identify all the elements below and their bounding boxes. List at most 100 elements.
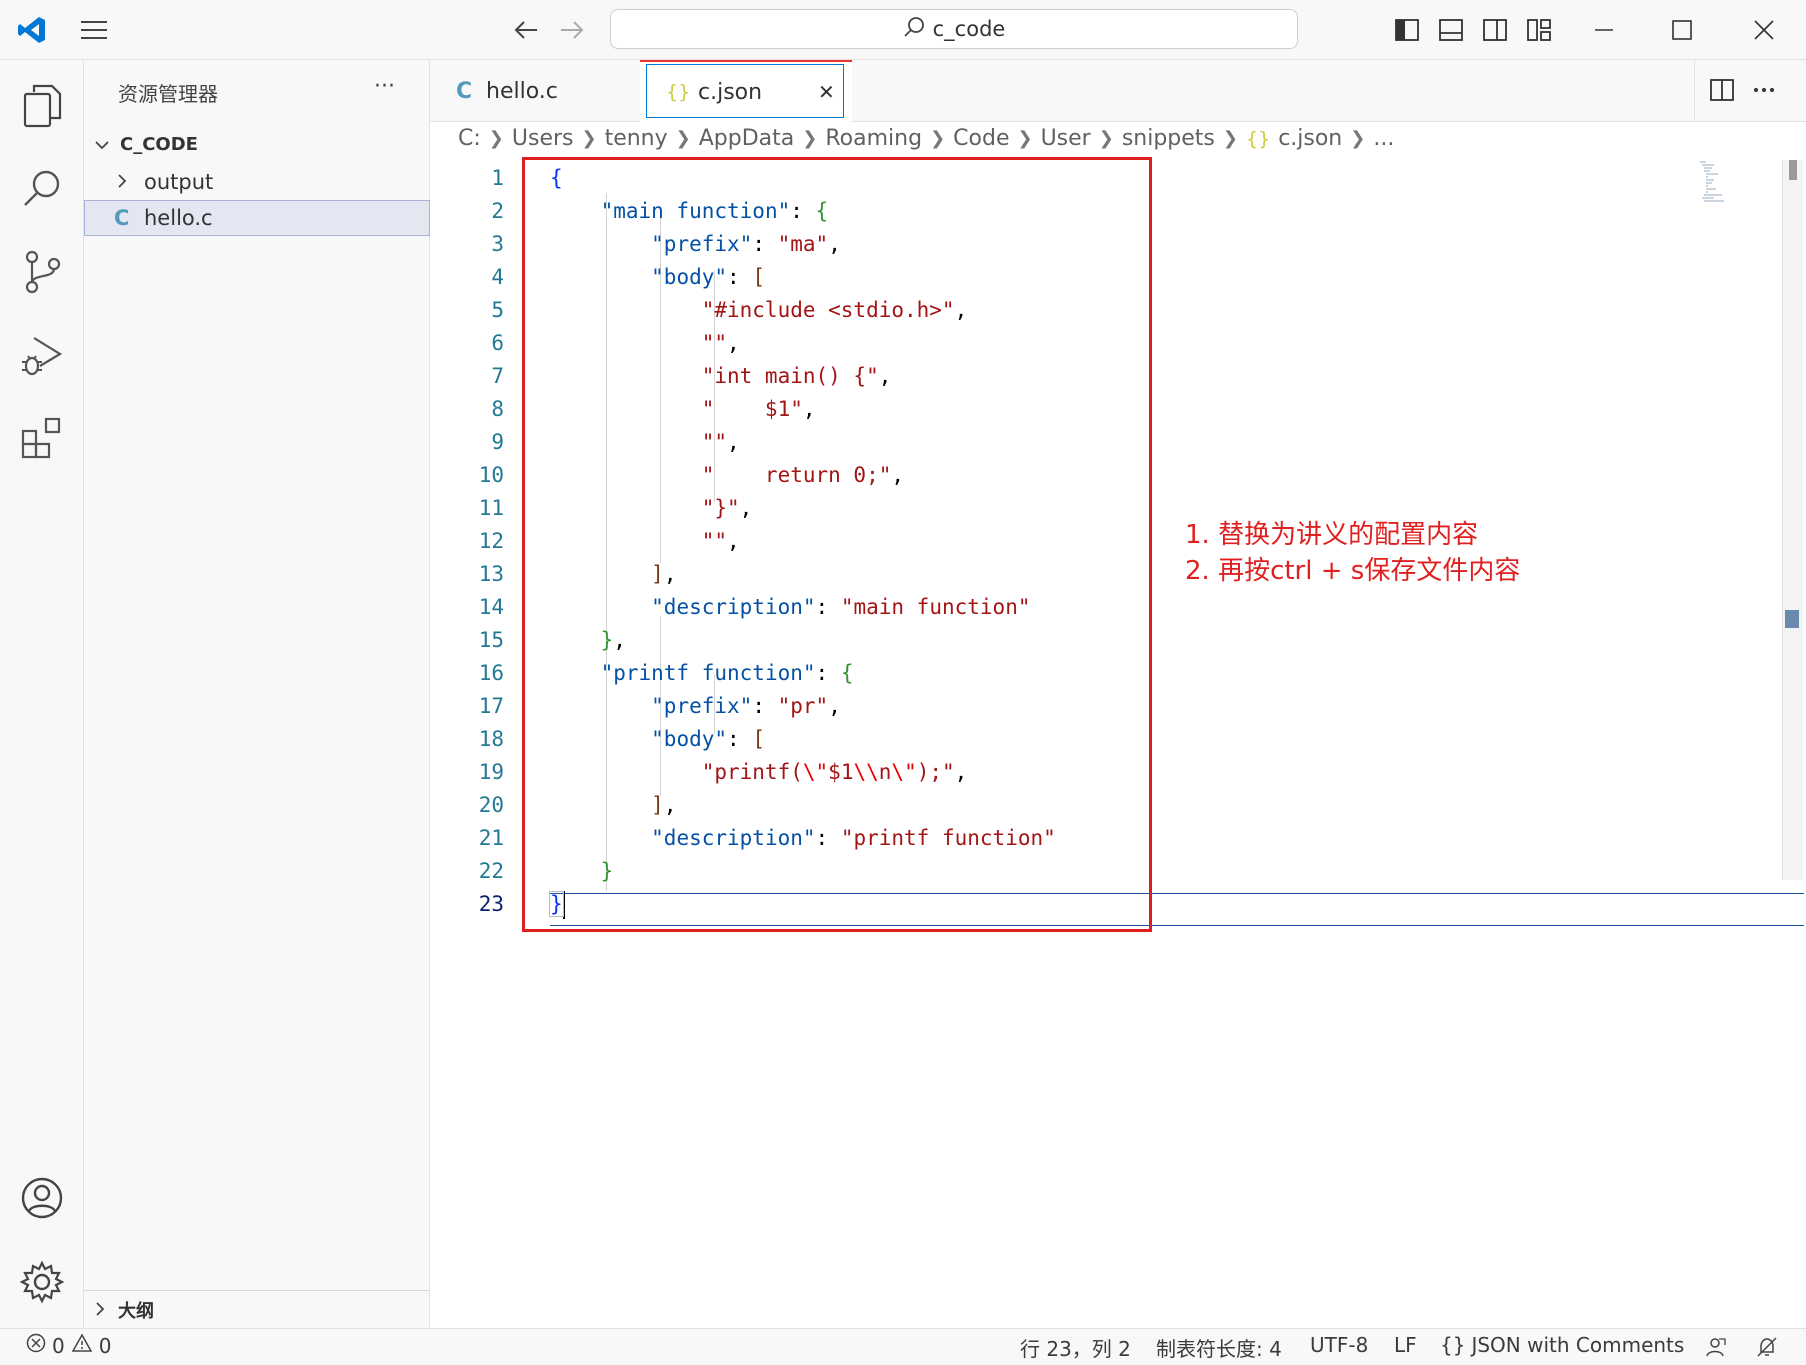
- toggle-secondary-sidebar-icon[interactable]: [1478, 14, 1512, 46]
- search-icon: [903, 16, 925, 43]
- chevron-right-icon: ❯: [930, 128, 946, 149]
- line-number: 21: [478, 826, 504, 850]
- maximize-icon[interactable]: [1660, 14, 1704, 46]
- chevron-right-icon: ❯: [488, 128, 504, 149]
- annotation-highlight-box: [522, 157, 1152, 932]
- explorer-icon[interactable]: [14, 78, 70, 134]
- line-number: 23: [478, 892, 504, 916]
- minimap[interactable]: [1692, 160, 1746, 204]
- notifications-muted-icon[interactable]: [1752, 1333, 1782, 1361]
- tree-item-label: hello.c: [144, 206, 213, 230]
- c-file-icon: C: [114, 206, 130, 230]
- scrollbar-thumb[interactable]: [1789, 160, 1797, 180]
- tree-item-output[interactable]: output: [84, 164, 430, 200]
- chevron-right-icon: ❯: [675, 128, 691, 149]
- encoding[interactable]: UTF-8: [1310, 1333, 1368, 1357]
- search-text: c_code: [932, 17, 1006, 41]
- line-number: 3: [491, 232, 504, 256]
- error-icon: [26, 1333, 46, 1358]
- line-number: 12: [478, 529, 504, 553]
- workspace-name: C_CODE: [120, 133, 198, 155]
- line-number: 9: [491, 430, 504, 454]
- breadcrumb-item[interactable]: C:: [458, 126, 481, 151]
- line-number: 16: [478, 661, 504, 685]
- chevron-right-icon: ❯: [802, 128, 818, 149]
- close-icon[interactable]: [1742, 14, 1786, 46]
- line-number: 20: [478, 793, 504, 817]
- error-count: 0: [52, 1333, 65, 1358]
- tab-c-json[interactable]: {} c.json ✕: [640, 60, 852, 122]
- breadcrumb: C: ❯ Users ❯ tenny ❯ AppData ❯ Roaming ❯ Code…: [430, 124, 1806, 160]
- toggle-panel-icon[interactable]: [1434, 14, 1468, 46]
- command-center-search[interactable]: c_code: [610, 9, 1298, 49]
- workspace-header[interactable]: C_CODE: [84, 126, 430, 162]
- feedback-icon[interactable]: [1700, 1333, 1730, 1361]
- tab-focus-outline: [646, 64, 844, 118]
- problems-indicator[interactable]: 0 0: [26, 1333, 111, 1358]
- tree-item-hello-c[interactable]: C hello.c: [84, 200, 430, 236]
- chevron-right-icon: [116, 170, 140, 194]
- source-control-icon[interactable]: [14, 244, 70, 300]
- accounts-icon[interactable]: [14, 1170, 70, 1226]
- indentation[interactable]: 制表符长度: 4: [1156, 1333, 1282, 1362]
- language-mode[interactable]: {} JSON with Comments: [1440, 1333, 1684, 1357]
- line-number: 17: [478, 694, 504, 718]
- breadcrumb-item[interactable]: AppData: [699, 126, 795, 151]
- chevron-down-icon: [94, 132, 118, 156]
- explorer-sidebar: 资源管理器 ··· C_CODE output C hello.c 大纲: [84, 60, 430, 1328]
- scrollbar-marker: [1785, 610, 1799, 628]
- line-number: 4: [491, 265, 504, 289]
- line-number: 11: [478, 496, 504, 520]
- warning-icon: [71, 1333, 93, 1358]
- line-number: 8: [491, 397, 504, 421]
- outline-label: 大纲: [118, 1301, 154, 1322]
- tab-label: hello.c: [486, 78, 558, 104]
- breadcrumb-item[interactable]: c.json: [1278, 126, 1342, 151]
- line-number: 19: [478, 760, 504, 784]
- cursor-position[interactable]: 行 23，列 2: [1020, 1333, 1131, 1362]
- settings-gear-icon[interactable]: [14, 1254, 70, 1310]
- split-editor-icon[interactable]: [1706, 74, 1738, 106]
- customize-layout-icon[interactable]: [1522, 14, 1556, 46]
- chevron-right-icon: ❯: [1222, 128, 1238, 149]
- line-number: 2: [491, 199, 504, 223]
- breadcrumb-item[interactable]: snippets: [1122, 126, 1215, 151]
- toggle-primary-sidebar-icon[interactable]: [1390, 14, 1424, 46]
- extensions-icon[interactable]: [14, 410, 70, 466]
- vertical-scrollbar[interactable]: [1782, 160, 1803, 880]
- warning-count: 0: [98, 1333, 112, 1358]
- activity-bar: [0, 60, 84, 1328]
- tree-item-label: output: [144, 170, 214, 194]
- minimize-icon[interactable]: [1582, 14, 1626, 46]
- tab-hello-c[interactable]: C hello.c: [430, 60, 640, 122]
- annotation-step-1: 1. 替换为讲义的配置内容: [1185, 520, 1479, 550]
- chevron-right-icon: [94, 1298, 118, 1322]
- search-icon[interactable]: [14, 160, 70, 216]
- breadcrumb-item[interactable]: Users: [512, 126, 574, 151]
- line-number: 6: [491, 331, 504, 355]
- chevron-right-icon: ❯: [1098, 128, 1114, 149]
- explorer-title: 资源管理器: [118, 82, 218, 106]
- vscode-logo-icon: [14, 12, 50, 48]
- line-number: 15: [478, 628, 504, 652]
- title-bar: c_code: [0, 0, 1806, 60]
- breadcrumb-item[interactable]: Code: [953, 126, 1009, 151]
- breadcrumb-item[interactable]: User: [1041, 126, 1091, 151]
- status-bar: 0 0 行 23，列 2 制表符长度: 4 UTF-8 LF {} JSON w…: [0, 1328, 1806, 1365]
- breadcrumb-item[interactable]: ...: [1373, 126, 1394, 151]
- more-actions-button[interactable]: ···: [374, 74, 395, 99]
- menu-icon[interactable]: [76, 14, 112, 46]
- chevron-right-icon: ❯: [1017, 128, 1033, 149]
- back-arrow-icon[interactable]: [508, 14, 544, 46]
- run-debug-icon[interactable]: [14, 328, 70, 384]
- breadcrumb-item[interactable]: Roaming: [825, 126, 922, 151]
- editor-tabs: C hello.c {} c.json ✕: [430, 60, 1806, 122]
- end-of-line[interactable]: LF: [1394, 1333, 1417, 1357]
- outline-section-header[interactable]: 大纲: [84, 1292, 430, 1328]
- divider: [1694, 60, 1695, 122]
- annotation-step-2: 2. 再按ctrl + s保存文件内容: [1185, 556, 1521, 586]
- forward-arrow-icon[interactable]: [554, 14, 590, 46]
- c-file-icon: C: [456, 78, 473, 104]
- more-actions-icon[interactable]: [1748, 74, 1780, 106]
- breadcrumb-item[interactable]: tenny: [605, 126, 668, 151]
